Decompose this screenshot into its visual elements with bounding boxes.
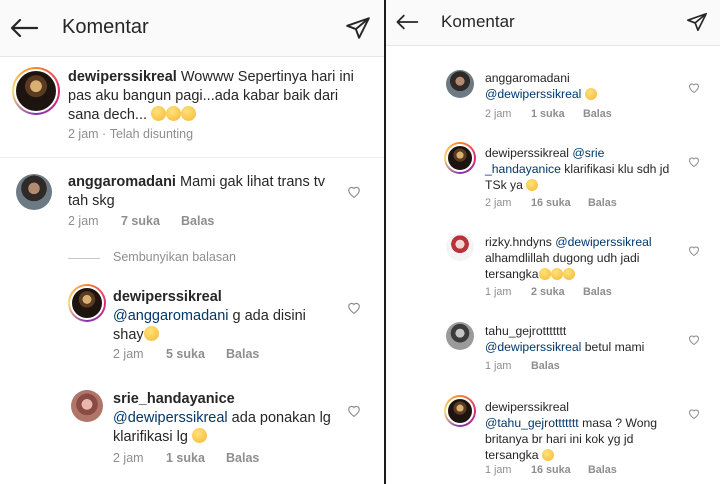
comment-meta: 2 jam 16 suka Balas <box>485 197 617 209</box>
avatar[interactable] <box>446 70 474 98</box>
avatar[interactable] <box>444 142 476 174</box>
heart-outline-icon[interactable] <box>345 401 363 419</box>
avatar[interactable] <box>68 284 106 322</box>
comment-username[interactable]: dewiperssikreal <box>485 400 569 414</box>
avatar[interactable] <box>71 390 103 422</box>
reply-button[interactable]: Balas <box>226 347 259 361</box>
heart-outline-icon[interactable] <box>686 154 701 169</box>
comment-text: dewiperssikreal @srie _handayanice klari… <box>485 146 685 194</box>
comment-text: anggaromadani @dewiperssikreal <box>485 71 685 103</box>
avatar[interactable] <box>446 322 474 350</box>
paper-plane-icon[interactable] <box>342 12 374 44</box>
emoji-icon <box>181 105 197 121</box>
divider <box>0 157 384 158</box>
timestamp: 1 jam <box>485 360 512 372</box>
mention-link[interactable]: @dewiperssikreal <box>485 340 581 354</box>
back-arrow-icon[interactable] <box>6 11 42 45</box>
mention-link[interactable]: @dewiperssikreal <box>485 87 581 101</box>
caption-text: dewiperssikreal Wowww Sepertinya hari in… <box>68 68 368 125</box>
reply-username[interactable]: dewiperssikreal <box>113 289 222 305</box>
like-count[interactable]: 7 suka <box>121 214 181 228</box>
hide-replies-link[interactable]: Sembunyikan balasan <box>113 250 236 264</box>
heart-outline-icon[interactable] <box>345 298 363 316</box>
reply-button[interactable]: Balas <box>181 214 214 228</box>
like-count[interactable]: 16 suka <box>531 197 588 209</box>
mention-link[interactable]: @dewiperssikreal <box>555 235 651 249</box>
comment-username[interactable]: tahu_gejrottttttt <box>485 324 566 338</box>
reply-button[interactable]: Balas <box>588 197 617 209</box>
meta-dot: · <box>98 127 110 141</box>
like-count[interactable]: 5 suka <box>166 347 226 361</box>
emoji-icon <box>191 427 207 443</box>
reply-text: srie_handayanice @dewiperssikreal ada po… <box>113 390 338 447</box>
timestamp: 2 jam <box>68 214 99 228</box>
avatar[interactable] <box>444 395 476 427</box>
reply-button[interactable]: Balas <box>588 464 617 476</box>
header-bar: Komentar <box>0 0 384 57</box>
mention-link-continued[interactable]: _handayanice <box>485 162 561 176</box>
like-count[interactable]: 1 suka <box>531 108 583 120</box>
hide-replies-line <box>68 258 100 259</box>
like-count[interactable]: 1 suka <box>166 451 226 465</box>
reply-button[interactable]: Balas <box>531 360 560 372</box>
right-comments: anggaromadani @dewiperssikreal 2 jam 1 s… <box>386 0 720 484</box>
reply-button[interactable]: Balas <box>583 286 612 298</box>
comment-username[interactable]: anggaromadani <box>68 174 176 190</box>
comment-text: anggaromadani Mami gak lihat trans tv ta… <box>68 173 338 211</box>
reply-button[interactable]: Balas <box>583 108 612 120</box>
timestamp: 2 jam <box>68 127 99 141</box>
mention-link[interactable]: @dewiperssikreal <box>113 410 228 426</box>
timestamp: 2 jam <box>485 197 512 209</box>
reply-meta: 2 jam 5 suka Balas <box>113 347 259 361</box>
emoji-icon <box>584 87 597 100</box>
comment-text: rizky.hndyns @dewiperssikreal alhamdlill… <box>485 235 685 283</box>
mention-link[interactable]: @anggaromadani <box>113 308 229 324</box>
timestamp: 2 jam <box>485 108 512 120</box>
emoji-icon <box>166 105 182 121</box>
comment-meta: 1 jam Balas <box>485 360 560 372</box>
caption-username[interactable]: dewiperssikreal <box>68 69 177 85</box>
timestamp: 2 jam <box>113 451 144 465</box>
emoji-icon <box>562 267 575 280</box>
heart-outline-icon[interactable] <box>686 80 701 95</box>
page-title: Komentar <box>62 16 149 38</box>
comment-text: dewiperssikreal @tahu_gejrottttttt masa … <box>485 400 685 463</box>
timestamp: 1 jam <box>485 286 512 298</box>
emoji-icon <box>151 105 167 121</box>
comment-username[interactable]: rizky.hndyns <box>485 235 552 249</box>
timestamp: 2 jam <box>113 347 144 361</box>
mention-link[interactable]: @srie <box>572 146 604 160</box>
comment-meta: 1 jam 16 suka Balas <box>485 464 617 476</box>
edited-label: Telah disunting <box>109 127 194 141</box>
comment-meta: 2 jam 7 suka Balas <box>68 214 214 228</box>
reply-button[interactable]: Balas <box>226 451 259 465</box>
emoji-icon <box>538 267 551 280</box>
reply-text: dewiperssikreal @anggaromadani g ada dis… <box>113 288 338 345</box>
comment-username[interactable]: anggaromadani <box>485 71 570 85</box>
emoji-icon <box>143 325 159 341</box>
heart-outline-icon[interactable] <box>686 406 701 421</box>
comment-meta: 2 jam 1 suka Balas <box>485 108 612 120</box>
avatar[interactable] <box>446 233 474 261</box>
comment-meta: 1 jam 2 suka Balas <box>485 286 612 298</box>
avatar[interactable] <box>12 67 60 115</box>
heart-outline-icon[interactable] <box>345 182 363 200</box>
like-count[interactable]: 2 suka <box>531 286 583 298</box>
reply-username[interactable]: srie_handayanice <box>113 391 235 407</box>
timestamp: 1 jam <box>485 464 512 476</box>
heart-outline-icon[interactable] <box>686 243 701 258</box>
heart-outline-icon[interactable] <box>686 332 701 347</box>
avatar[interactable] <box>16 174 52 210</box>
emoji-icon <box>541 448 554 461</box>
mention-link[interactable]: @tahu_gejrottttttt <box>485 416 579 430</box>
like-count[interactable]: 16 suka <box>531 464 588 476</box>
caption-meta: 2 jam · Telah disunting <box>68 127 193 141</box>
comment-body: betul mami <box>581 339 645 354</box>
left-screenshot-panel: Komentar dewiperssikreal Wowww Sepertiny… <box>0 0 384 484</box>
comment-text: tahu_gejrottttttt @dewiperssikreal betul… <box>485 324 685 356</box>
emoji-icon <box>550 267 563 280</box>
comment-username[interactable]: dewiperssikreal <box>485 146 569 160</box>
reply-meta: 2 jam 1 suka Balas <box>113 451 259 465</box>
emoji-icon <box>526 178 539 191</box>
